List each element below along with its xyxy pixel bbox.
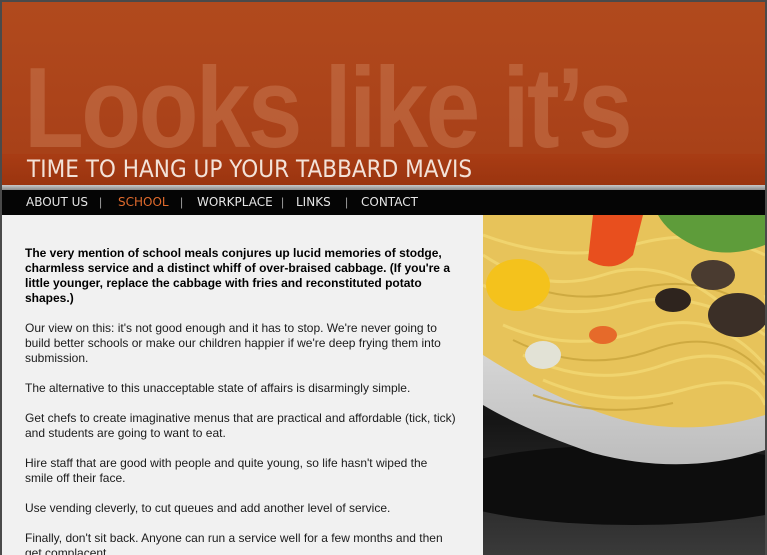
nav-separator: | bbox=[281, 195, 285, 209]
pasta-dish-image bbox=[483, 215, 765, 555]
article-paragraph: Hire staff that are good with people and… bbox=[25, 456, 428, 485]
nav-item-about-us[interactable]: ABOUT US bbox=[26, 194, 88, 210]
article-paragraph: Get chefs to create imaginative menus th… bbox=[25, 411, 456, 440]
nav-item-school[interactable]: SCHOOL bbox=[118, 194, 169, 210]
article-paragraph: Our view on this: it's not good enough a… bbox=[25, 321, 441, 365]
nav-separator: | bbox=[180, 195, 184, 209]
header-watermark: Looks like it’s bbox=[24, 45, 633, 172]
nav-item-links[interactable]: LINKS bbox=[296, 194, 331, 210]
article-body: The very mention of school meals conjure… bbox=[25, 246, 457, 555]
article-paragraph: The alternative to this unacceptable sta… bbox=[25, 381, 411, 395]
nav-item-contact[interactable]: CONTACT bbox=[361, 194, 418, 210]
nav-separator: | bbox=[99, 195, 103, 209]
nav-separator: | bbox=[345, 195, 349, 209]
article-paragraph: Finally, don't sit back. Anyone can run … bbox=[25, 531, 443, 555]
site-header: Looks like it’s TIME TO HANG UP YOUR TAB… bbox=[2, 2, 765, 185]
nav-item-workplace[interactable]: WORKPLACE bbox=[197, 194, 273, 210]
article-paragraph: Use vending cleverly, to cut queues and … bbox=[25, 501, 391, 515]
main-nav: ABOUT US | SCHOOL | WORKPLACE | LINKS | … bbox=[2, 190, 765, 215]
food-photo bbox=[483, 215, 765, 555]
main-content: The very mention of school meals conjure… bbox=[2, 215, 483, 555]
article-lead: The very mention of school meals conjure… bbox=[25, 246, 450, 305]
header-tagline: TIME TO HANG UP YOUR TABBARD MAVIS bbox=[27, 155, 473, 183]
